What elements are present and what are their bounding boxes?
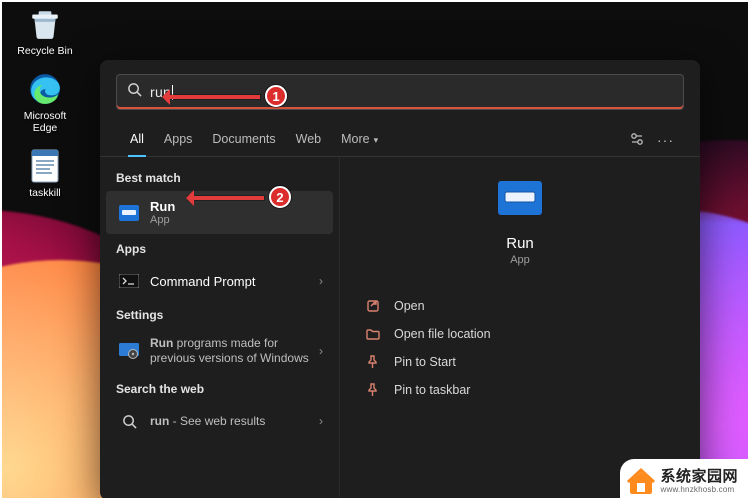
result-preview-pane: Run App Open Open file location Pin to S… bbox=[340, 157, 700, 497]
annotation-badge-2: 2 bbox=[269, 186, 291, 208]
recycle-bin-icon bbox=[27, 6, 63, 42]
overflow-menu-icon[interactable]: ··· bbox=[651, 126, 680, 154]
action-pin-start[interactable]: Pin to Start bbox=[360, 348, 680, 376]
annotation-arrow-1 bbox=[164, 95, 260, 99]
action-label: Pin to taskbar bbox=[394, 383, 470, 397]
result-compat-settings[interactable]: Run programs made for previous versions … bbox=[106, 328, 333, 374]
tab-more-label: More bbox=[341, 132, 369, 146]
group-search-web: Search the web bbox=[100, 374, 339, 402]
pin-icon bbox=[366, 355, 384, 369]
desktop-icon-recycle-bin[interactable]: Recycle Bin bbox=[10, 6, 80, 57]
desktop-icon-label: Microsoft Edge bbox=[24, 110, 67, 134]
action-open-file-location[interactable]: Open file location bbox=[360, 320, 680, 348]
result-bold-term: Run bbox=[150, 336, 173, 350]
result-title: Run bbox=[150, 199, 175, 214]
action-label: Pin to Start bbox=[394, 355, 456, 369]
desktop-icons: Recycle Bin Microsoft Edge taskkill bbox=[10, 6, 80, 213]
edge-icon bbox=[27, 71, 63, 107]
tab-more[interactable]: More ▾ bbox=[331, 124, 388, 156]
result-subtitle: App bbox=[150, 214, 175, 226]
group-apps: Apps bbox=[100, 234, 339, 262]
annotation-arrow-2 bbox=[188, 196, 264, 200]
tab-all[interactable]: All bbox=[120, 124, 154, 156]
group-settings: Settings bbox=[100, 300, 339, 328]
preview-subtitle: App bbox=[510, 254, 530, 266]
tab-web[interactable]: Web bbox=[286, 124, 331, 156]
result-title: Command Prompt bbox=[150, 274, 255, 289]
tab-apps[interactable]: Apps bbox=[154, 124, 203, 156]
annotation-badge-1: 1 bbox=[265, 85, 287, 107]
result-command-prompt[interactable]: Command Prompt › bbox=[106, 262, 333, 300]
chevron-right-icon: › bbox=[319, 414, 323, 428]
watermark-logo-icon bbox=[626, 466, 656, 496]
preview-title: Run bbox=[506, 235, 534, 252]
run-icon bbox=[498, 181, 542, 225]
tab-documents[interactable]: Documents bbox=[202, 124, 285, 156]
action-label: Open bbox=[394, 299, 425, 313]
text-file-icon bbox=[27, 148, 63, 184]
terminal-icon bbox=[118, 270, 140, 292]
search-icon bbox=[118, 410, 140, 432]
chevron-right-icon: › bbox=[319, 274, 323, 288]
search-icon bbox=[127, 82, 142, 102]
search-input[interactable]: run bbox=[116, 74, 684, 110]
watermark-text-en: www.hnzkhosb.com bbox=[660, 485, 738, 494]
result-web-text: run - See web results bbox=[150, 414, 265, 429]
action-pin-taskbar[interactable]: Pin to taskbar bbox=[360, 376, 680, 404]
action-open[interactable]: Open bbox=[360, 292, 680, 320]
run-icon bbox=[118, 202, 140, 224]
results-list: Best match Run App Apps Command Prompt bbox=[100, 157, 340, 497]
pin-icon bbox=[366, 383, 384, 397]
group-best-match: Best match bbox=[100, 163, 339, 191]
action-label: Open file location bbox=[394, 327, 491, 341]
chevron-down-icon: ▾ bbox=[374, 135, 379, 145]
watermark: 系统家园网 www.hnzkhosb.com bbox=[620, 459, 750, 500]
desktop-icon-label: Recycle Bin bbox=[17, 45, 72, 57]
settings-window-icon bbox=[118, 340, 140, 362]
result-web-suffix: - See web results bbox=[169, 414, 265, 428]
result-line2: previous versions of Windows bbox=[150, 351, 309, 366]
watermark-text-cn: 系统家园网 bbox=[660, 468, 738, 485]
desktop-icon-taskkill[interactable]: taskkill bbox=[10, 148, 80, 199]
result-web-search[interactable]: run - See web results › bbox=[106, 402, 333, 440]
result-line1-rest: programs made for bbox=[173, 336, 278, 350]
result-bold-term: run bbox=[150, 414, 169, 428]
folder-icon bbox=[366, 328, 384, 340]
open-icon bbox=[366, 299, 384, 313]
result-line1: Run programs made for bbox=[150, 336, 309, 351]
desktop-wallpaper: Recycle Bin Microsoft Edge taskkill run … bbox=[0, 0, 750, 500]
search-options-icon[interactable] bbox=[623, 125, 651, 156]
chevron-right-icon: › bbox=[319, 344, 323, 358]
search-tabs: All Apps Documents Web More ▾ ··· bbox=[100, 120, 700, 157]
desktop-icon-label: taskkill bbox=[29, 187, 61, 199]
start-search-panel: run All Apps Documents Web More ▾ ··· Bes… bbox=[100, 60, 700, 500]
desktop-icon-edge[interactable]: Microsoft Edge bbox=[10, 71, 80, 134]
